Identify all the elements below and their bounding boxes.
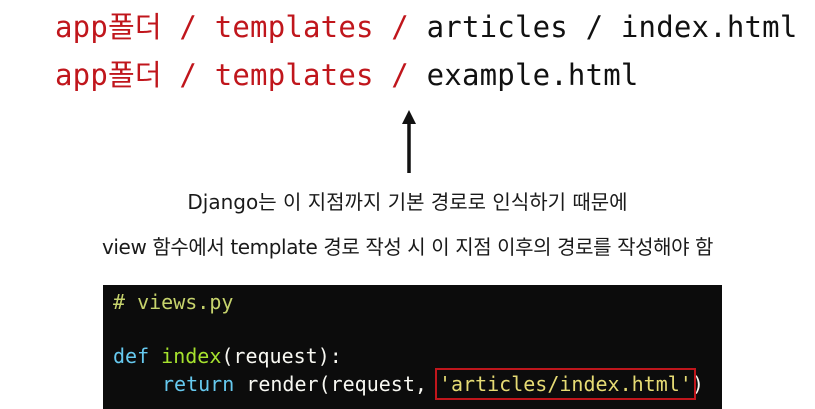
base-path-prefix: app폴더 / templates / [55, 58, 427, 92]
up-arrow-icon [402, 110, 416, 173]
caption-line-2: view 함수에서 template 경로 작성 시 이 지점 이후의 경로를 … [101, 235, 714, 259]
code-comment: # views.py [113, 290, 234, 314]
close-paren: ) [691, 372, 704, 396]
caption-line-1: Django는 이 지점까지 기본 경로로 인식하기 때문에 [187, 190, 628, 214]
relative-path: articles / index.html [426, 10, 798, 44]
relative-path: example.html [426, 58, 639, 92]
function-params: (request): [221, 344, 342, 368]
return-keyword: return [162, 372, 235, 396]
template-string-highlighted: 'articles/index.html' [434, 368, 696, 400]
template-path-example: app폴더 / templates / example.html [55, 58, 639, 92]
def-keyword: def [113, 344, 150, 368]
base-path-prefix: app폴더 / templates / [55, 10, 427, 44]
code-def-line: def index(request): [113, 343, 342, 369]
code-block: # views.py def index(request): return re… [103, 285, 722, 409]
function-name: index [161, 344, 222, 368]
code-return-line: return render(request, 'articles/index.h… [162, 368, 704, 400]
template-path-articles: app폴더 / templates / articles / index.htm… [55, 10, 798, 44]
render-call: render(request, [246, 372, 439, 396]
